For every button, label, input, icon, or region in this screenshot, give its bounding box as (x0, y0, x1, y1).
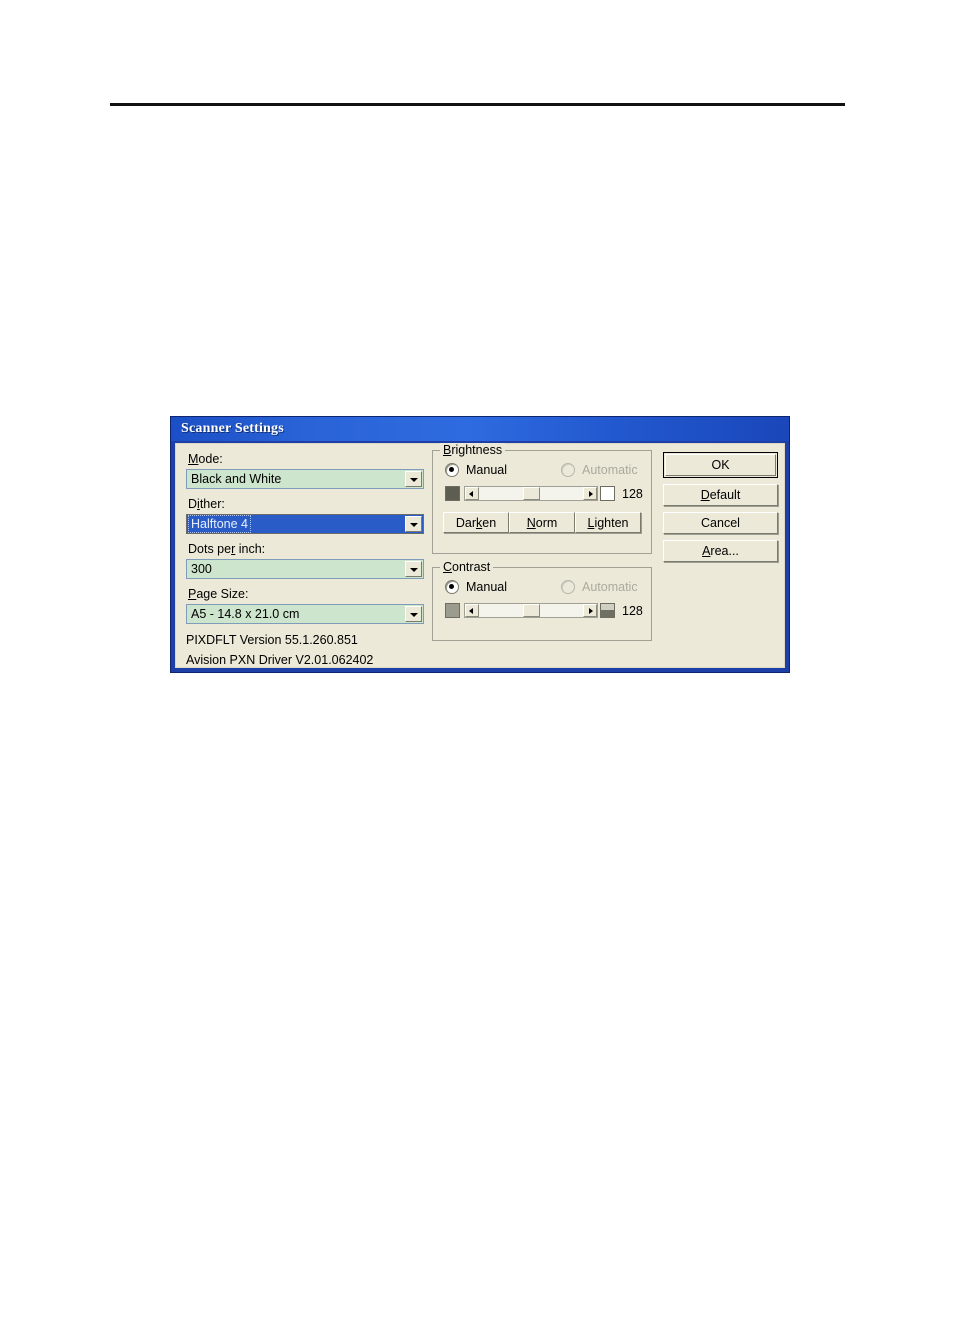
ok-button[interactable]: OK (665, 454, 776, 476)
settings-left-column: Mode: Black and White Dither: Halftone 4… (186, 452, 424, 668)
contrast-value: 128 (622, 603, 643, 618)
contrast-manual-radio[interactable] (445, 580, 459, 594)
default-accelerator: D (700, 488, 710, 502)
page-size-value: A5 - 14.8 x 21.0 cm (191, 607, 300, 621)
dialog-body: Mode: Black and White Dither: Halftone 4… (175, 443, 785, 668)
lighten-label-rest: ighten (594, 515, 629, 530)
brightness-title-rest: rightness (451, 443, 503, 457)
dots-per-inch-value: 300 (191, 562, 212, 576)
chevron-down-icon[interactable] (405, 561, 422, 577)
darken-label-rest: en (482, 515, 497, 530)
left-arrow-icon[interactable] (465, 487, 479, 500)
mode-combobox[interactable]: Black and White (186, 469, 424, 489)
brightness-radio-row: Manual Automatic (445, 463, 643, 477)
page-size-combobox[interactable]: A5 - 14.8 x 21.0 cm (186, 604, 424, 624)
contrast-slider-thumb[interactable] (523, 604, 540, 617)
scanner-settings-dialog: Scanner Settings Mode: Black and White D… (170, 416, 790, 673)
contrast-automatic-label: Automatic (582, 580, 638, 594)
left-arrow-icon[interactable] (465, 604, 479, 617)
contrast-slider-row: 128 (445, 603, 643, 618)
lighten-accelerator: L (587, 515, 595, 530)
chevron-down-icon[interactable] (405, 516, 422, 532)
default-button[interactable]: Default (663, 484, 778, 506)
mode-label-rest: ode: (198, 452, 223, 466)
default-label-rest: efault (709, 488, 741, 502)
brightness-manual-label: Manual (466, 463, 507, 477)
norm-accelerator: N (526, 515, 536, 530)
mode-label-accelerator: M (188, 452, 199, 466)
mode-label: Mode: (188, 452, 424, 467)
contrast-groupbox: Contrast Manual Automatic 128 (432, 560, 652, 641)
contrast-slider[interactable] (464, 603, 598, 618)
mode-value: Black and White (191, 472, 282, 486)
lighten-button[interactable]: Lighten (575, 512, 641, 533)
darken-label-pre: Dar (455, 515, 476, 530)
area-label-rest: rea... (710, 544, 739, 558)
contrast-manual-label: Manual (466, 580, 507, 594)
contrast-title-accelerator: C (443, 560, 453, 574)
dots-per-inch-label: Dots per inch: (188, 542, 424, 557)
brightness-automatic-label: Automatic (582, 463, 638, 477)
page-size-label-rest: age Size: (196, 587, 249, 601)
contrast-title-rest: ontrast (452, 560, 491, 574)
brightness-slider-row: 128 (445, 486, 643, 501)
dither-value: Halftone 4 (188, 515, 251, 533)
brightness-button-row: Dar k en Norm Lighten (443, 512, 641, 533)
brightness-automatic-radio (561, 463, 575, 477)
area-accelerator: A (702, 544, 711, 558)
cancel-button[interactable]: Cancel (663, 512, 778, 534)
brightness-value: 128 (622, 486, 643, 501)
ok-button-default-frame: OK (663, 452, 778, 478)
contrast-automatic-radio (561, 580, 575, 594)
white-square-icon (600, 486, 615, 501)
dither-combobox[interactable]: Halftone 4 (186, 514, 424, 534)
dpi-label-pre: Dots pe (188, 542, 232, 556)
contrast-group-title: Contrast (440, 560, 494, 574)
dialog-button-column: OK Default Cancel Area... (663, 452, 778, 568)
dither-label-rest: ther: (199, 497, 225, 511)
brightness-manual-radio[interactable] (445, 463, 459, 477)
chevron-down-icon[interactable] (405, 606, 422, 622)
norm-label-rest: orm (535, 515, 558, 530)
right-arrow-icon[interactable] (583, 604, 597, 617)
pixdflt-version-text: PIXDFLT Version 55.1.260.851 (186, 633, 358, 647)
mid-gray-square-icon (445, 603, 460, 618)
dpi-label-rest: inch: (235, 542, 266, 556)
brightness-groupbox: Brightness Manual Automatic 128 Dar k en… (432, 443, 652, 554)
brightness-slider-thumb[interactable] (523, 487, 540, 500)
dialog-title: Scanner Settings (181, 421, 284, 436)
settings-middle-column: Brightness Manual Automatic 128 Dar k en… (432, 443, 652, 641)
dither-label-pre: D (188, 497, 198, 511)
dots-per-inch-combobox[interactable]: 300 (186, 559, 424, 579)
area-button[interactable]: Area... (663, 540, 778, 562)
right-arrow-icon[interactable] (583, 487, 597, 500)
page-size-label: Page Size: (188, 587, 424, 602)
contrast-radio-row: Manual Automatic (445, 580, 643, 594)
norm-button[interactable]: Norm (509, 512, 575, 533)
brightness-slider-track[interactable] (479, 487, 583, 500)
brightness-slider[interactable] (464, 486, 598, 501)
chevron-down-icon[interactable] (405, 471, 422, 487)
darken-button[interactable]: Dar k en (443, 512, 509, 533)
page-header-rule (110, 103, 845, 106)
half-filled-square-icon (600, 603, 615, 618)
contrast-slider-track[interactable] (479, 604, 583, 617)
dialog-titlebar[interactable]: Scanner Settings (171, 417, 789, 441)
brightness-group-title: Brightness (440, 443, 506, 457)
dither-label: Dither: (188, 497, 424, 512)
dark-square-icon (445, 486, 460, 501)
driver-version-text: Avision PXN Driver V2.01.062402 (186, 653, 374, 667)
